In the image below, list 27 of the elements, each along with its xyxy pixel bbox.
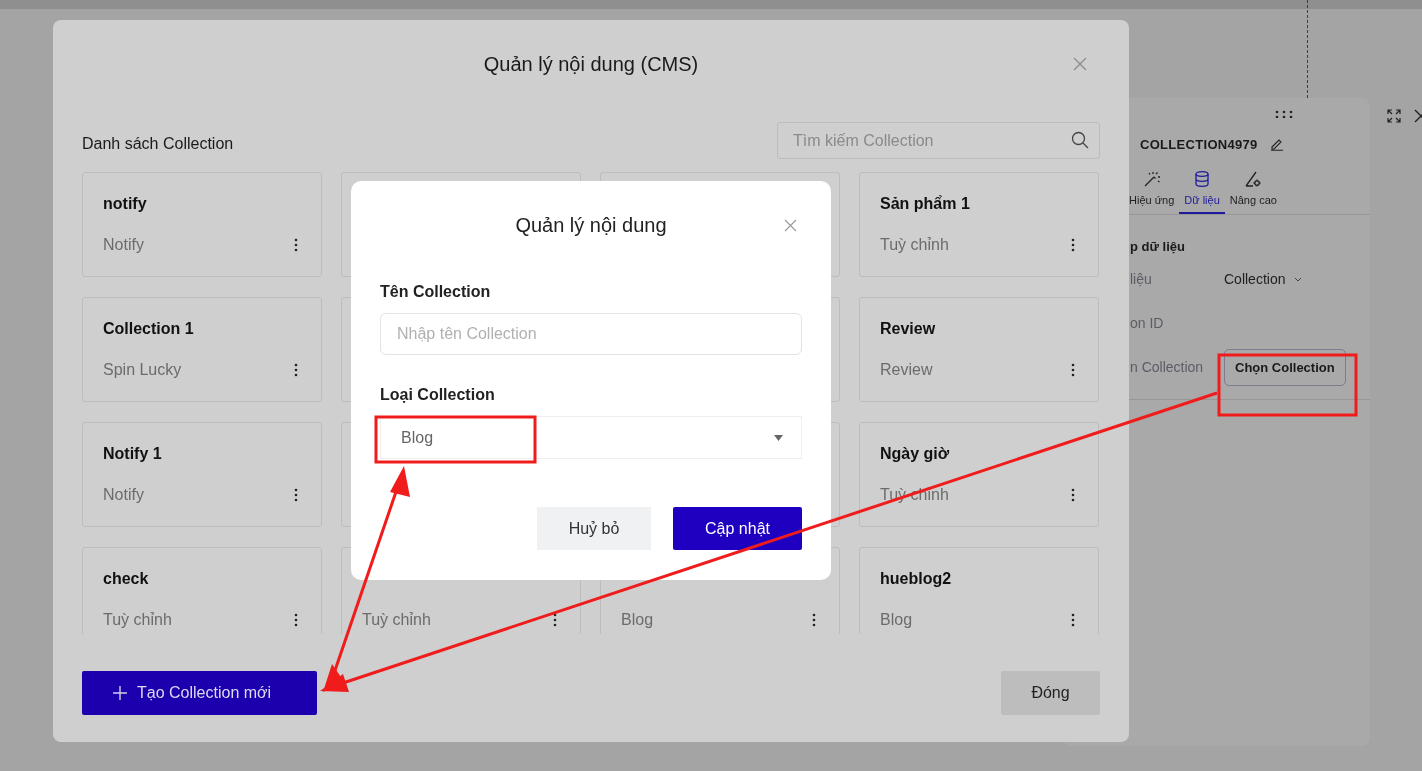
field-label: on ID bbox=[1130, 315, 1165, 331]
collection-name: Notify 1 bbox=[103, 445, 162, 462]
collection-name: hueblog2 bbox=[880, 570, 952, 587]
collection-type: Notify bbox=[103, 486, 144, 504]
collection-type: Notify bbox=[103, 236, 144, 254]
section-title: Danh sách Collection bbox=[82, 133, 234, 153]
collection-type: Tuỳ chỉnh bbox=[362, 611, 431, 629]
collection-type: Tuỳ chỉnh bbox=[103, 611, 172, 629]
panel-title: COLLECTION4979 bbox=[1140, 136, 1258, 152]
collection-type: Review bbox=[880, 361, 933, 379]
field-label: n Collection bbox=[1130, 359, 1205, 375]
field-label: Loại Collection bbox=[380, 386, 496, 404]
modal-title: Quản lý nội dung bbox=[515, 213, 667, 237]
field-label: Tên Collection bbox=[380, 283, 492, 301]
collection-type: Spin Lucky bbox=[103, 361, 182, 379]
collection-type: Blog bbox=[621, 611, 654, 629]
collection-type: Tuỳ chỉnh bbox=[880, 236, 949, 254]
collection-name: notify bbox=[103, 195, 147, 212]
section-title: p dữ liệu bbox=[1130, 239, 1186, 256]
dialog-title: Quản lý nội dung (CMS) bbox=[483, 52, 699, 76]
collection-name: Review bbox=[880, 320, 936, 337]
collection-type: Blog bbox=[880, 611, 913, 629]
field-label: liệu bbox=[1130, 271, 1153, 287]
collection-name: Collection 1 bbox=[103, 320, 194, 337]
collection-name: Ngày giờ bbox=[880, 445, 950, 462]
collection-name: Sản phẩm 1 bbox=[880, 195, 970, 212]
collection-name: check bbox=[103, 570, 149, 587]
